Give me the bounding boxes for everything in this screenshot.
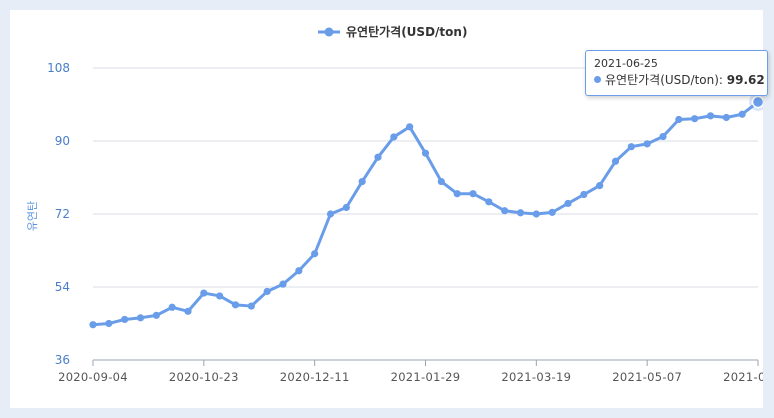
- data-point[interactable]: [627, 143, 635, 151]
- data-point[interactable]: [200, 289, 208, 297]
- tooltip-marker: [594, 76, 601, 83]
- data-point[interactable]: [611, 157, 620, 165]
- data-point[interactable]: [643, 140, 651, 148]
- tooltip: 2021-06-25 유연탄가격(USD/ton): 99.62: [585, 50, 768, 96]
- data-point[interactable]: [469, 190, 477, 198]
- tooltip-label: 유연탄가격(USD/ton):: [605, 73, 723, 87]
- y-tick-label: 108: [47, 61, 70, 75]
- chart-panel: 유연탄가격(USD/ton) 유연탄 36 54 72 90 108 2020-09-0…: [10, 10, 768, 408]
- x-tick-label: 2020-10-23: [169, 370, 239, 384]
- data-point[interactable]: [501, 207, 509, 215]
- data-point[interactable]: [136, 314, 145, 322]
- data-point[interactable]: [564, 199, 572, 208]
- data-point[interactable]: [326, 210, 335, 218]
- data-point[interactable]: [295, 267, 303, 275]
- data-point[interactable]: [691, 115, 699, 123]
- data-point[interactable]: [168, 303, 176, 311]
- data-point[interactable]: [152, 311, 160, 319]
- series-line: [92, 100, 759, 327]
- data-point[interactable]: [390, 133, 398, 141]
- data-point[interactable]: [485, 198, 493, 206]
- data-point[interactable]: [421, 149, 430, 157]
- tooltip-value: 99.62: [726, 73, 765, 87]
- y-tick-label: 54: [55, 280, 70, 294]
- data-point[interactable]: [659, 132, 667, 141]
- x-tick-label: 2020-09-04: [58, 370, 128, 384]
- x-tick-label: 2021-03-19: [501, 370, 571, 384]
- data-point[interactable]: [231, 301, 240, 309]
- data-point[interactable]: [706, 112, 715, 120]
- data-point[interactable]: [738, 110, 746, 118]
- grid: [93, 67, 758, 361]
- y-axis: 36 54 72 90 108: [47, 61, 70, 367]
- y-axis-label: 유연탄: [26, 201, 39, 231]
- data-point[interactable]: [580, 190, 588, 199]
- data-point[interactable]: [247, 302, 255, 310]
- data-point[interactable]: [263, 287, 271, 296]
- data-point[interactable]: [453, 190, 461, 198]
- data-point[interactable]: [675, 115, 683, 124]
- data-point-highlighted[interactable]: [751, 95, 764, 109]
- x-tick-label: 2020-12-11: [280, 370, 350, 384]
- y-tick-label: 36: [55, 353, 70, 367]
- data-point[interactable]: [516, 209, 525, 217]
- y-tick-label: 90: [55, 134, 70, 148]
- x-tick-label: 2021-05-07: [612, 370, 682, 384]
- data-point[interactable]: [105, 319, 113, 328]
- tooltip-date: 2021-06-25: [594, 57, 658, 70]
- x-tick-label: 2021-06-25: [723, 370, 763, 384]
- series-path: [92, 100, 759, 327]
- data-point[interactable]: [548, 208, 556, 216]
- data-point[interactable]: [216, 292, 224, 300]
- data-point[interactable]: [311, 250, 319, 258]
- y-tick-label: 72: [55, 207, 70, 221]
- data-point[interactable]: [358, 177, 366, 186]
- data-point[interactable]: [596, 182, 604, 190]
- data-point[interactable]: [279, 280, 287, 288]
- tooltip-row: 유연탄가격(USD/ton): 99.62: [594, 71, 765, 89]
- series-points: [89, 92, 764, 329]
- data-point[interactable]: [121, 315, 129, 324]
- legend[interactable]: 유연탄가격(USD/ton): [318, 24, 467, 39]
- data-point[interactable]: [532, 210, 540, 218]
- legend-label: 유연탄가격(USD/ton): [346, 24, 467, 39]
- data-point[interactable]: [722, 113, 730, 122]
- data-point[interactable]: [184, 307, 192, 315]
- data-point[interactable]: [342, 203, 350, 212]
- x-tick-label: 2021-01-29: [391, 370, 461, 384]
- x-axis: 2020-09-04 2020-10-23 2020-12-11 2021-01-29…: [58, 360, 763, 384]
- data-point[interactable]: [374, 153, 382, 161]
- data-point[interactable]: [406, 123, 414, 131]
- data-point[interactable]: [89, 321, 97, 329]
- legend-marker: [324, 27, 334, 37]
- data-point[interactable]: [437, 177, 445, 186]
